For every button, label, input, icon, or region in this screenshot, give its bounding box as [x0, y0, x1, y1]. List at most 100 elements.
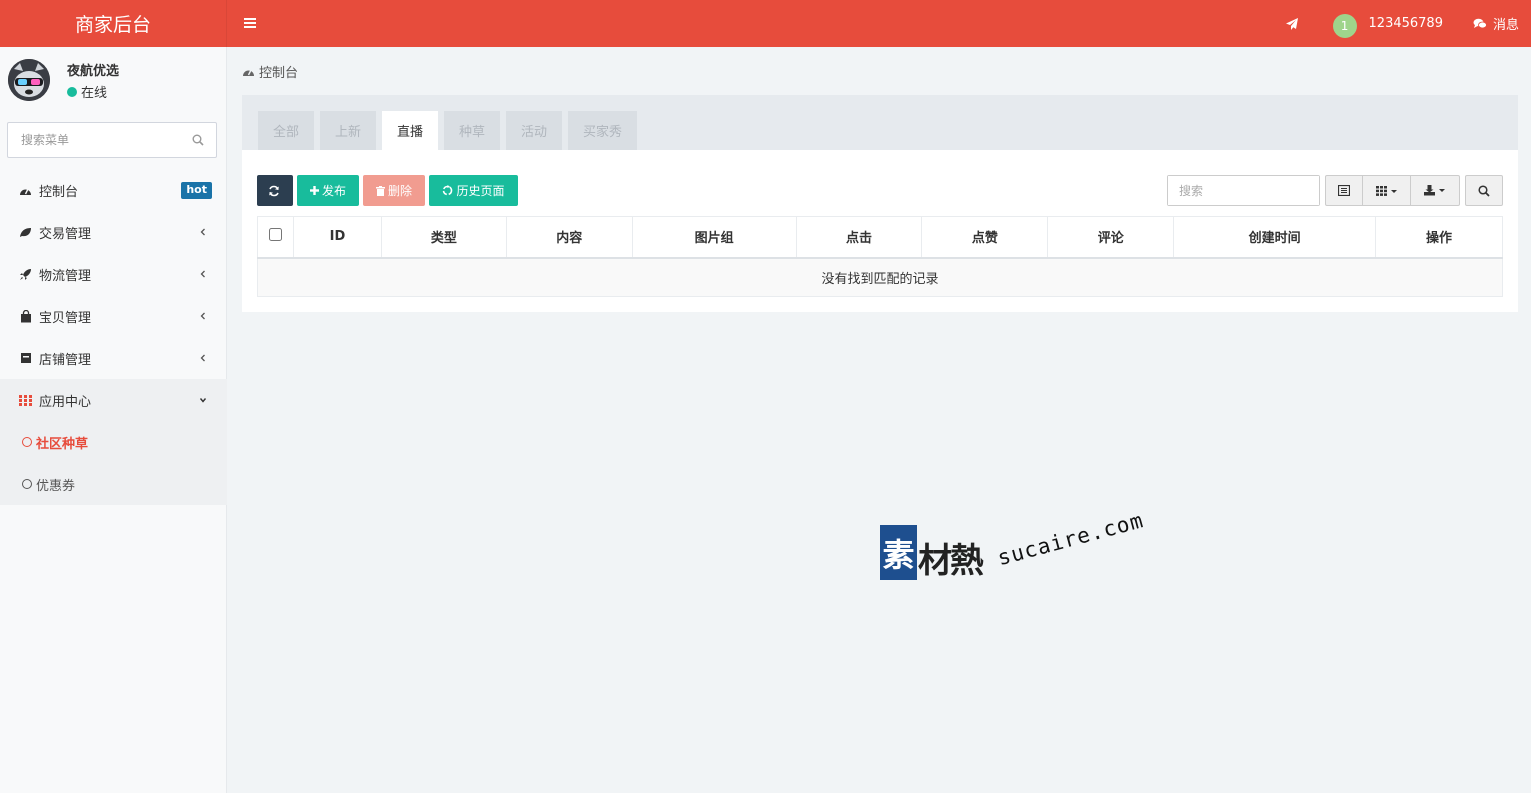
sidebar-item-label: 控制台 [39, 184, 79, 200]
sidebar-subitem-label: 优惠券 [36, 478, 76, 494]
list-view-button[interactable] [1326, 176, 1363, 205]
tab-activity[interactable]: 活动 [506, 111, 562, 150]
refresh-icon [268, 185, 279, 196]
publish-label: 发布 [321, 184, 346, 198]
tab-seeding[interactable]: 种草 [444, 111, 500, 150]
watermark-logo-text: 材熱 [918, 541, 984, 581]
column-header[interactable]: 创建时间 [1173, 216, 1377, 259]
sidebar-subitem-community[interactable]: 社区种草 [0, 421, 227, 463]
sidebar-search-input[interactable] [8, 123, 183, 157]
export-caret-icon [1424, 185, 1445, 196]
user-menu[interactable]: 1 123456789 [1332, 10, 1443, 38]
delete-label: 删除 [387, 184, 412, 198]
dashboard-icon [243, 69, 254, 76]
top-navbar: 商家后台 1 123456789 消息 [0, 0, 1531, 47]
column-header[interactable]: 类型 [380, 216, 507, 259]
app-title[interactable]: 商家后台 [0, 0, 227, 47]
comments-icon [1473, 18, 1487, 28]
sidebar-item-label: 物流管理 [39, 268, 92, 284]
raccoon-avatar-icon [8, 59, 50, 101]
plus-icon [309, 186, 319, 195]
main-panel: 全部 上新 直播 种草 活动 买家秀 发布 删除 历史页面 搜索 ID 类型 内… [242, 95, 1518, 312]
sidebar-subitem-label: 社区种草 [36, 436, 89, 452]
table-search-input[interactable] [1168, 176, 1319, 205]
user-panel: 夜航优选 在线 [8, 59, 223, 105]
list-icon [1338, 185, 1350, 196]
sidebar-item-trade[interactable]: 交易管理 [0, 211, 227, 253]
rocket-icon [19, 268, 32, 281]
breadcrumb: 控制台 [242, 62, 298, 81]
chevron-left-icon [200, 270, 205, 278]
avatar[interactable] [8, 59, 50, 101]
sidebar-menu: 控制台 hot 交易管理 物流管理 宝贝管理 店铺管理 应用中心 社区种草 优惠… [0, 169, 227, 505]
sidebar-toggle-button[interactable] [240, 12, 260, 34]
user-avatar-badge: 1 [1332, 13, 1357, 38]
circle-outline-icon [22, 479, 32, 489]
sidebar-item-label: 交易管理 [39, 226, 92, 242]
refresh-button[interactable] [257, 175, 293, 206]
paper-plane-icon [1285, 17, 1298, 30]
sidebar-subitem-coupons[interactable]: 优惠券 [0, 463, 227, 505]
table-search [1167, 175, 1320, 206]
store-icon [19, 352, 32, 365]
username-label: 123456789 [1368, 16, 1443, 31]
messages-label: 消息 [1492, 18, 1519, 33]
chevron-left-icon [200, 228, 205, 236]
sidebar-item-label: 宝贝管理 [39, 310, 92, 326]
tab-new[interactable]: 上新 [320, 111, 376, 150]
chevron-down-icon [199, 398, 207, 403]
circle-outline-icon [22, 437, 32, 447]
column-header[interactable]: 操作 [1375, 216, 1503, 259]
search-icon [1478, 184, 1490, 197]
messages-button[interactable]: 消息 [1473, 14, 1519, 33]
delete-button[interactable]: 删除 [363, 175, 425, 206]
select-all-checkbox[interactable] [268, 228, 282, 242]
select-all-cell [257, 216, 294, 259]
tab-buyer-show[interactable]: 买家秀 [568, 111, 637, 150]
hamburger-icon [244, 18, 256, 28]
watermark-url: sucaire.com [995, 508, 1147, 571]
tab-all[interactable]: 全部 [258, 111, 314, 150]
sidebar-item-products[interactable]: 宝贝管理 [0, 295, 227, 337]
sidebar-item-dashboard[interactable]: 控制台 hot [0, 169, 227, 211]
publish-button[interactable]: 发布 [297, 175, 359, 206]
user-status: 在线 [67, 82, 107, 101]
table-search-button[interactable] [1465, 175, 1503, 206]
shopping-bag-icon [19, 309, 32, 323]
view-button-group [1325, 175, 1460, 206]
tab-live[interactable]: 直播 [382, 111, 438, 150]
sidebar-item-label: 店铺管理 [39, 352, 92, 368]
export-dropdown-button[interactable] [1411, 176, 1459, 205]
sidebar-search [7, 122, 217, 158]
column-header[interactable]: 图片组 [631, 216, 797, 259]
column-header[interactable]: 评论 [1047, 216, 1175, 259]
column-header[interactable]: 点赞 [921, 216, 1049, 259]
chevron-left-icon [200, 312, 205, 320]
recycle-icon [443, 185, 453, 196]
trash-icon [375, 185, 385, 196]
columns-dropdown-button[interactable] [1363, 176, 1411, 205]
tabs-bar: 全部 上新 直播 种草 活动 买家秀 [242, 95, 1518, 150]
sidebar-item-store[interactable]: 店铺管理 [0, 337, 227, 379]
sidebar-item-logistics[interactable]: 物流管理 [0, 253, 227, 295]
send-button[interactable] [1285, 17, 1299, 31]
search-icon[interactable] [192, 134, 204, 146]
history-page-button[interactable]: 历史页面 [429, 175, 518, 206]
column-header[interactable]: ID [292, 216, 382, 259]
table-tools [1167, 175, 1503, 206]
user-name: 夜航优选 [67, 64, 120, 79]
toolbar: 发布 删除 历史页面 [257, 175, 522, 206]
grid-caret-icon [1375, 185, 1397, 196]
column-header[interactable]: 内容 [505, 216, 633, 259]
history-label: 历史页面 [456, 184, 505, 198]
breadcrumb-label[interactable]: 控制台 [259, 62, 298, 81]
hot-badge: hot [181, 182, 212, 199]
leaf-icon [19, 226, 32, 239]
apps-grid-icon [19, 394, 32, 407]
status-label: 在线 [81, 86, 108, 101]
sidebar-item-app-center[interactable]: 应用中心 [0, 379, 227, 421]
dashboard-icon [19, 184, 32, 197]
chevron-left-icon [200, 354, 205, 362]
table-header-row: ID 类型 内容 图片组 点击 点赞 评论 创建时间 操作 [257, 216, 1503, 259]
column-header[interactable]: 点击 [795, 216, 923, 259]
